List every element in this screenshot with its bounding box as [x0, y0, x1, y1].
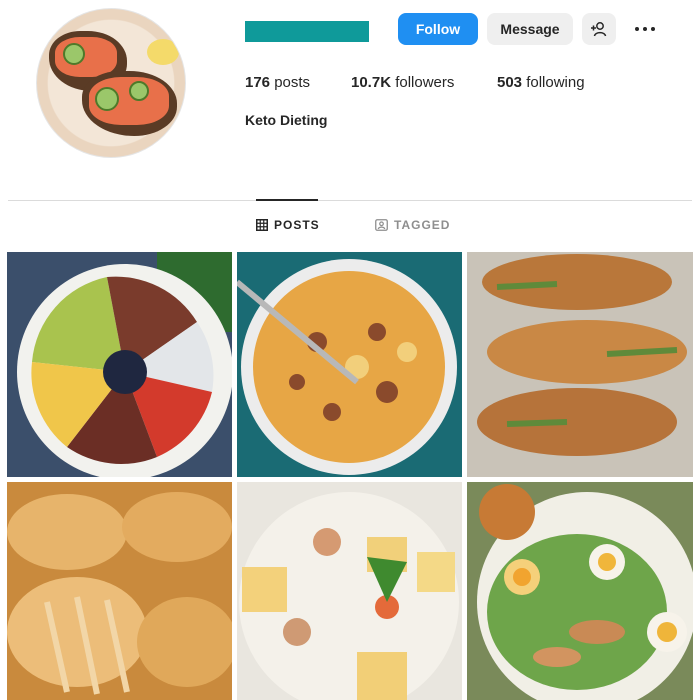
post-thumbnail[interactable] — [237, 252, 462, 477]
post-thumbnail[interactable] — [467, 252, 693, 477]
username-redacted — [245, 21, 369, 42]
tab-posts-label: POSTS — [274, 218, 320, 232]
grid-icon — [256, 219, 268, 231]
following-count[interactable]: 503 following — [497, 74, 585, 91]
post-thumbnail[interactable] — [467, 482, 693, 700]
posts-count: 176 posts — [245, 74, 311, 91]
active-tab-indicator — [256, 199, 318, 201]
tab-tagged[interactable]: TAGGED — [375, 218, 450, 232]
post-thumbnail[interactable] — [237, 482, 462, 700]
post-thumbnail[interactable] — [7, 252, 232, 477]
tag-icon — [375, 219, 388, 231]
more-options-icon — [635, 27, 655, 31]
tab-posts[interactable]: POSTS — [256, 218, 320, 232]
message-button[interactable]: Message — [487, 13, 573, 45]
tab-tagged-label: TAGGED — [394, 218, 451, 232]
profile-avatar[interactable] — [36, 8, 186, 158]
follow-button[interactable]: Follow — [398, 13, 478, 45]
add-user-icon — [591, 22, 607, 37]
followers-count[interactable]: 10.7K followers — [351, 74, 454, 91]
add-user-button[interactable] — [582, 13, 616, 45]
post-thumbnail[interactable] — [7, 482, 232, 700]
tabs-divider — [8, 200, 692, 201]
profile-full-name: Keto Dieting — [245, 112, 328, 128]
more-options-button[interactable] — [630, 19, 660, 39]
